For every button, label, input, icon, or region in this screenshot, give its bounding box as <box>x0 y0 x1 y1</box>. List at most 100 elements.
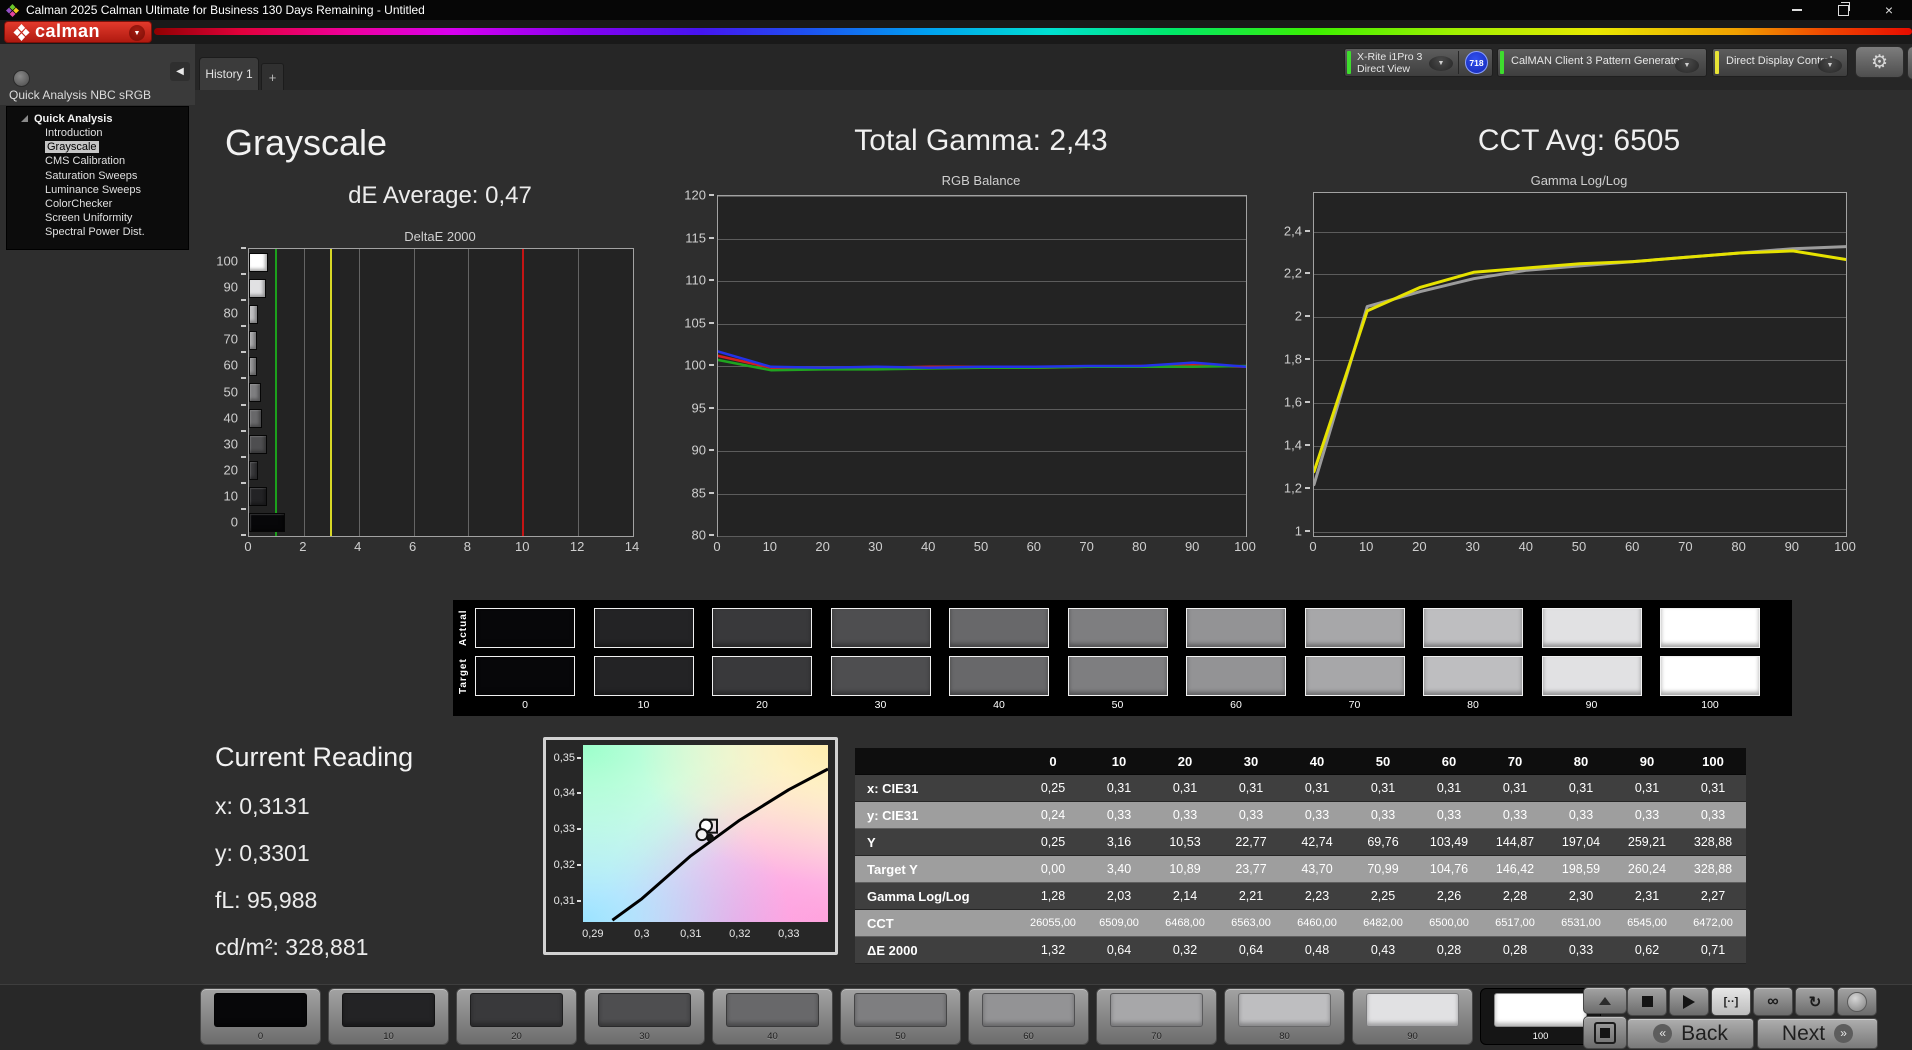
meter-dropdown[interactable]: X-Rite i1Pro 3 Direct View ▼ 718 <box>1344 48 1493 77</box>
panel-up-button[interactable] <box>1583 987 1627 1014</box>
strip-level-label: 10 <box>594 699 694 711</box>
table-row-cct: CCT26055,006509,006468,006563,006460,006… <box>855 910 1746 937</box>
y-tick-label: 2,2 <box>1284 266 1302 281</box>
strip-level-label: 30 <box>831 699 931 711</box>
y-tick <box>1305 315 1310 317</box>
cct-average-label: CCT Avg: 6505 <box>1313 124 1845 158</box>
blank-pattern-button[interactable] <box>1583 1016 1627 1049</box>
pattern-level-button-10[interactable]: 10 <box>328 988 449 1045</box>
cie-x-tick-label: 0,3 <box>634 928 649 940</box>
sidebar-item-spectral-power-dist[interactable]: Spectral Power Dist. <box>7 225 188 239</box>
play-button[interactable] <box>1669 987 1709 1016</box>
close-icon: × <box>1885 3 1893 17</box>
sidebar-item-colorchecker[interactable]: ColorChecker <box>7 197 188 211</box>
refresh-button[interactable]: ↻ <box>1795 987 1835 1016</box>
back-button[interactable]: « Back <box>1627 1018 1754 1049</box>
x-tick-label: 10 <box>1359 539 1373 554</box>
stop-button[interactable] <box>1627 987 1667 1016</box>
next-button[interactable]: Next » <box>1757 1018 1878 1049</box>
pattern-level-button-80[interactable]: 80 <box>1224 988 1345 1045</box>
strip-level-label: 70 <box>1305 699 1405 711</box>
pattern-generator-dropdown[interactable]: CalMAN Client 3 Pattern Generator ▼ <box>1497 48 1707 77</box>
display-chevron-button[interactable]: ▼ <box>1818 58 1842 73</box>
y-tick-label: 50 <box>224 384 238 399</box>
meter-chevron-button[interactable]: ▼ <box>1429 56 1453 71</box>
pattern-level-button-60[interactable]: 60 <box>968 988 1089 1045</box>
table-cell: 3,16 <box>1086 835 1152 849</box>
bottom-bar: 0102030405060708090100 [··] ∞ ↻ « Back N… <box>0 984 1912 1050</box>
pattern-level-button-70[interactable]: 70 <box>1096 988 1217 1045</box>
pattern-level-button-50[interactable]: 50 <box>840 988 961 1045</box>
settings-button[interactable]: ⚙ <box>1855 46 1904 78</box>
table-cell: 0,48 <box>1284 943 1350 957</box>
pattern-level-button-0[interactable]: 0 <box>200 988 321 1045</box>
strip-level-label: 100 <box>1660 699 1760 711</box>
level-swatch <box>598 993 691 1027</box>
table-cell: 26055,00 <box>1020 917 1086 929</box>
total-gamma-label: Total Gamma: 2,43 <box>717 124 1245 158</box>
deltae-bar-90 <box>249 279 266 298</box>
tab-history-1[interactable]: History 1 <box>199 57 259 90</box>
level-swatch <box>342 993 435 1027</box>
y-tick-label: 2 <box>1295 309 1302 324</box>
divider <box>1458 51 1459 74</box>
row-label: CCT <box>855 916 1020 931</box>
table-cell: 2,31 <box>1614 889 1680 903</box>
sidebar-item-luminance-sweeps[interactable]: Luminance Sweeps <box>7 183 188 197</box>
y-tick <box>709 534 714 536</box>
meter-badge[interactable]: 718 <box>1465 51 1488 74</box>
table-column-header-10: 10 <box>1086 754 1152 769</box>
chevron-double-left-icon: « <box>1653 1024 1672 1043</box>
sidebar-item-cms-calibration[interactable]: CMS Calibration <box>7 154 188 168</box>
workflow-options-button[interactable] <box>13 70 30 87</box>
tree-root-quick-analysis[interactable]: Quick Analysis <box>7 112 188 126</box>
y-tick-label: 90 <box>692 443 706 458</box>
maximize-button[interactable] <box>1820 0 1866 20</box>
level-swatch <box>470 993 563 1027</box>
table-column-header-50: 50 <box>1350 754 1416 769</box>
sidebar-item-introduction[interactable]: Introduction <box>7 126 188 140</box>
table-cell: 0,33 <box>1548 808 1614 822</box>
level-label: 60 <box>969 1031 1088 1042</box>
pattern-level-button-40[interactable]: 40 <box>712 988 833 1045</box>
deltae-bar-40 <box>249 409 262 428</box>
y-tick <box>1305 272 1310 274</box>
x-tick-label: 12 <box>570 539 584 554</box>
tree-expand-icon <box>21 115 28 122</box>
gridline <box>359 249 360 536</box>
y-tick-label: 80 <box>692 528 706 543</box>
y-tick-label: 1,4 <box>1284 437 1302 452</box>
pattern-level-button-20[interactable]: 20 <box>456 988 577 1045</box>
maximize-icon <box>1838 5 1849 16</box>
logo-dropdown-button[interactable]: ▼ <box>129 25 145 41</box>
display-control-dropdown[interactable]: Direct Display Control ▼ <box>1712 48 1848 77</box>
minimize-button[interactable] <box>1774 0 1820 20</box>
pattern-level-button-30[interactable]: 30 <box>584 988 705 1045</box>
indicator-button[interactable] <box>1837 987 1877 1016</box>
calman-app: Calman 2025 Calman Ultimate for Business… <box>0 0 1912 1050</box>
sidebar-item-saturation-sweeps[interactable]: Saturation Sweeps <box>7 169 188 183</box>
table-cell: 1,32 <box>1020 943 1086 957</box>
chevron-down-icon: ▼ <box>1438 60 1445 67</box>
x-tick-label: 30 <box>868 539 882 554</box>
sidebar-collapse-button[interactable]: ◀ <box>170 62 190 81</box>
sidebar-item-grayscale[interactable]: Grayscale <box>7 140 188 154</box>
cie-y-tick-label: 0,32 <box>554 859 575 871</box>
y-tick <box>709 449 714 451</box>
calman-menu-button[interactable]: calman ▼ <box>4 21 152 43</box>
target-swatch-60 <box>1186 656 1286 696</box>
loop-button[interactable]: ∞ <box>1753 987 1793 1016</box>
new-tab-button[interactable]: + <box>261 63 284 90</box>
x-tick-label: 0 <box>244 539 251 554</box>
sidebar-item-screen-uniformity[interactable]: Screen Uniformity <box>7 211 188 225</box>
y-tick <box>241 325 246 327</box>
gridline <box>304 249 305 536</box>
table-column-header-20: 20 <box>1152 754 1218 769</box>
title-bar: Calman 2025 Calman Ultimate for Business… <box>0 0 1912 20</box>
edge-panel-button[interactable] <box>1907 46 1912 80</box>
pattern-level-button-90[interactable]: 90 <box>1352 988 1473 1045</box>
pattern-chevron-button[interactable]: ▼ <box>1675 58 1699 73</box>
table-cell: 0,31 <box>1152 781 1218 795</box>
close-button[interactable]: × <box>1866 0 1912 20</box>
continuous-measure-button[interactable]: [··] <box>1711 987 1751 1016</box>
